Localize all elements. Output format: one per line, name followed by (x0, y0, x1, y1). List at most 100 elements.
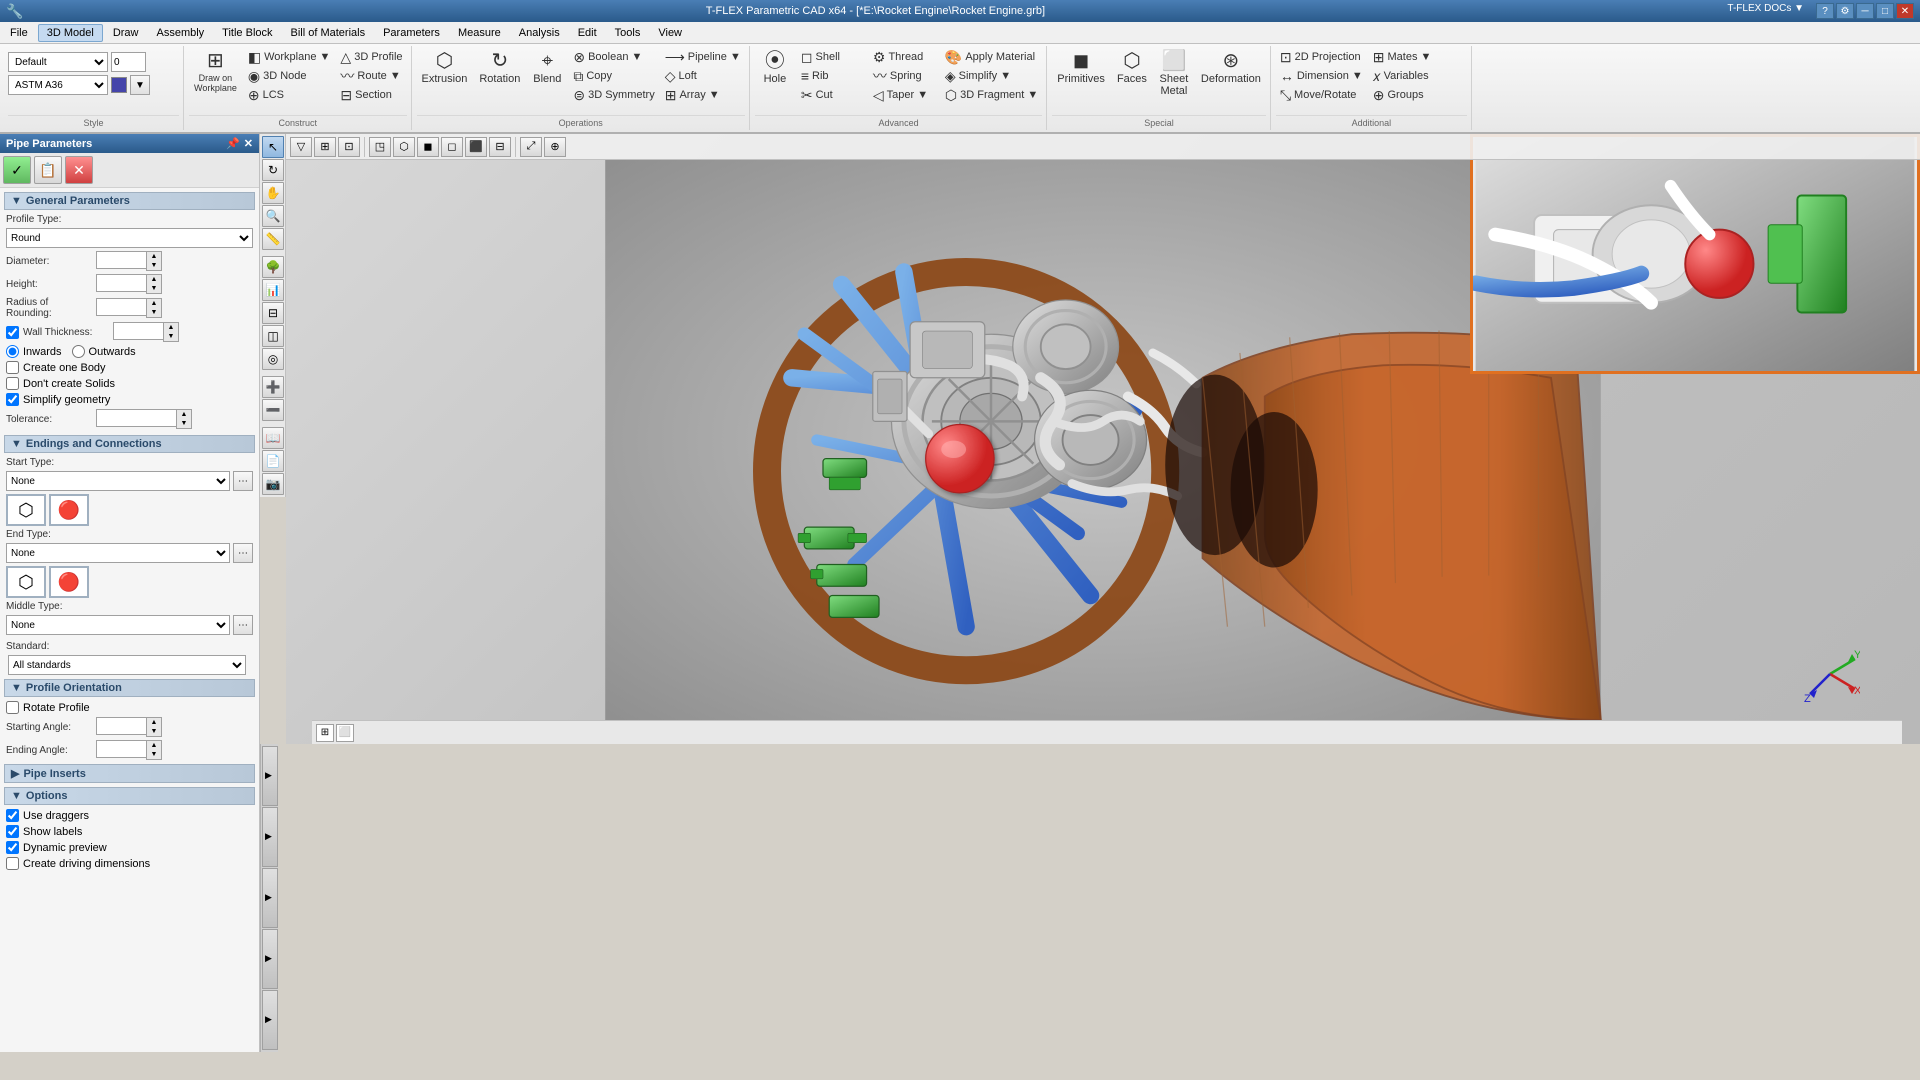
tolerance-up[interactable]: ▲ (177, 410, 191, 419)
color-picker[interactable] (111, 77, 127, 93)
material-select[interactable]: ASTM A36 (8, 75, 108, 95)
camera-btn[interactable]: 📷 (262, 473, 284, 495)
profile-orientation-header[interactable]: ▼ Profile Orientation (4, 679, 255, 697)
start-type-extra-btn[interactable]: ⋯ (233, 471, 253, 491)
rotation-btn[interactable]: ↻ Rotation (474, 48, 525, 88)
menu-bom[interactable]: Bill of Materials (283, 25, 374, 41)
filter-btn[interactable]: ⊟ (262, 302, 284, 324)
taper-btn[interactable]: ◁ Taper ▼ (869, 86, 939, 104)
apply-material-btn[interactable]: 🎨 Apply Material (941, 48, 1042, 66)
vp-snap-btn[interactable]: ⊡ (338, 137, 360, 157)
vp-grid-btn[interactable]: ⊞ (314, 137, 336, 157)
rotate-profile-checkbox[interactable] (6, 701, 19, 714)
tolerance-down[interactable]: ▼ (177, 419, 191, 428)
starting-angle-down[interactable]: ▼ (147, 727, 161, 736)
table-btn[interactable]: 📊 (262, 279, 284, 301)
close-btn[interactable]: ✕ (1896, 3, 1914, 19)
menu-titleblock[interactable]: Title Block (214, 25, 280, 41)
move-rotate-btn[interactable]: ⤡ Move/Rotate (1276, 86, 1367, 104)
start-type-select[interactable]: None (6, 471, 230, 491)
menu-view[interactable]: View (650, 25, 690, 41)
end-icon-1[interactable]: ⬡ (6, 566, 46, 598)
menu-parameters[interactable]: Parameters (375, 25, 448, 41)
standard-select[interactable]: All standards (8, 655, 246, 675)
loft-btn[interactable]: ◇ Loft (661, 67, 745, 85)
symmetry-btn[interactable]: ⊜ 3D Symmetry (569, 86, 658, 104)
boolean-btn[interactable]: ⊗ Boolean ▼ (569, 48, 658, 66)
general-params-header[interactable]: ▼ General Parameters (4, 192, 255, 210)
hole-btn[interactable]: ⦿ Hole (755, 48, 795, 88)
deformation-btn[interactable]: ⊛ Deformation (1196, 48, 1266, 88)
start-icon-2[interactable]: 🔴 (49, 494, 89, 526)
vp-ortho-btn[interactable]: ◳ (369, 137, 391, 157)
spring-btn[interactable]: 〰 Spring (869, 67, 939, 85)
style-select[interactable]: Default (8, 52, 108, 72)
measure-tool-btn[interactable]: 📏 (262, 228, 284, 250)
menu-assembly[interactable]: Assembly (148, 25, 212, 41)
color-options-btn[interactable]: ▼ (130, 75, 150, 95)
pipeline-btn[interactable]: ⟶ Pipeline ▼ (661, 48, 745, 66)
endings-header[interactable]: ▼ Endings and Connections (4, 435, 255, 453)
vp-center-btn[interactable]: ⊕ (544, 137, 566, 157)
viewport[interactable]: ▽ ⊞ ⊡ ◳ ⬡ ◼ ◻ ⬛ ⊟ ⤢ ⊕ (286, 134, 1920, 744)
vp-persp-btn[interactable]: ⬡ (393, 137, 415, 157)
bb-grid-btn[interactable]: ⊞ (316, 724, 334, 742)
thread-btn[interactable]: ⚙ Thread (869, 48, 939, 66)
vp-fit-btn[interactable]: ⤢ (520, 137, 542, 157)
menu-edit[interactable]: Edit (570, 25, 605, 41)
add-btn[interactable]: ➕ (262, 376, 284, 398)
height-down[interactable]: ▼ (147, 284, 161, 293)
confirm-btn[interactable]: ✓ (3, 156, 31, 184)
fragment-btn[interactable]: ⬡ 3D Fragment ▼ (941, 86, 1042, 104)
menu-analysis[interactable]: Analysis (511, 25, 568, 41)
bb-split-btn[interactable]: ⬜ (336, 724, 354, 742)
end-icon-2[interactable]: 🔴 (49, 566, 89, 598)
end-type-extra-btn[interactable]: ⋯ (233, 543, 253, 563)
inwards-radio[interactable] (6, 345, 19, 358)
layer-btn[interactable]: ◫ (262, 325, 284, 347)
vp-render-btn[interactable]: ⬛ (465, 137, 487, 157)
rib-btn[interactable]: ≡ Rib (797, 67, 867, 85)
diameter-input[interactable]: 10 (96, 251, 146, 269)
doc-btn[interactable]: 📄 (262, 450, 284, 472)
pan-tool-btn[interactable]: ✋ (262, 182, 284, 204)
ending-angle-input[interactable]: 0 (96, 740, 146, 758)
panel-close-btn[interactable]: ✕ (244, 137, 253, 150)
starting-angle-up[interactable]: ▲ (147, 718, 161, 727)
menu-file[interactable]: File (2, 25, 36, 41)
pipe-inserts-header[interactable]: ▶ Pipe Inserts (4, 764, 255, 783)
copy-btn[interactable]: ⧉ Copy (569, 67, 658, 85)
rs-btn-3[interactable]: ▶ (262, 868, 278, 928)
route-btn[interactable]: 〰 Route ▼ (336, 67, 406, 85)
show-labels-checkbox[interactable] (6, 825, 19, 838)
simplify-btn[interactable]: ◈ Simplify ▼ (941, 67, 1042, 85)
wall-thickness-down[interactable]: ▼ (164, 332, 178, 341)
tolerance-input[interactable]: 0.00001 (96, 409, 176, 427)
zoom-tool-btn[interactable]: 🔍 (262, 205, 284, 227)
radius-input[interactable]: 0 (96, 298, 146, 316)
groups-btn[interactable]: ⊕ Groups (1369, 86, 1439, 104)
starting-angle-input[interactable]: 0 (96, 717, 146, 735)
middle-type-select[interactable]: None (6, 615, 230, 635)
rs-btn-4[interactable]: ▶ (262, 929, 278, 989)
faces-btn[interactable]: ⬡ Faces (1112, 48, 1152, 88)
driving-dims-checkbox[interactable] (6, 857, 19, 870)
simplify-geometry-checkbox[interactable] (6, 393, 19, 406)
sheet-metal-btn[interactable]: ⬜ Sheet Metal (1154, 48, 1194, 100)
profile3d-btn[interactable]: △ 3D Profile (336, 48, 406, 66)
lcs-btn[interactable]: ⊕ LCS (244, 86, 335, 104)
dynamic-preview-checkbox[interactable] (6, 841, 19, 854)
menu-draw[interactable]: Draw (105, 25, 147, 41)
diameter-up[interactable]: ▲ (147, 252, 161, 261)
wall-thickness-checkbox[interactable] (6, 326, 19, 339)
minimize-btn[interactable]: ─ (1856, 3, 1874, 19)
draw-on-workplane-btn[interactable]: ⊞ Draw on Workplane (189, 48, 242, 96)
dont-create-solids-checkbox[interactable] (6, 377, 19, 390)
height-input[interactable]: 10 (96, 274, 146, 292)
settings-btn[interactable]: ⚙ (1836, 3, 1854, 19)
rotate-tool-btn[interactable]: ↻ (262, 159, 284, 181)
profile-type-select[interactable]: Round (6, 228, 253, 248)
panel-pin-btn[interactable]: 📌 (226, 137, 240, 150)
dimension-btn[interactable]: ↔ Dimension ▼ (1276, 67, 1367, 85)
height-input[interactable] (111, 52, 146, 72)
